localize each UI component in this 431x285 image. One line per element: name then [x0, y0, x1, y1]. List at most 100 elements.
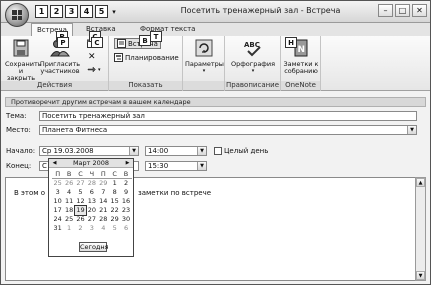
date-picker-popup: ◀ Март 2008 ▶ П В С Ч П С В 25 26 27 28 …: [48, 158, 134, 257]
end-time-value: 15:30: [148, 162, 169, 170]
qat-keytip-3[interactable]: 3: [65, 5, 78, 18]
allday-checkbox[interactable]: [214, 147, 222, 155]
start-date-value: Ср 19.03.2008: [42, 147, 94, 155]
calendar-day[interactable]: 4: [63, 188, 74, 197]
location-dropdown-icon[interactable]: ▼: [407, 126, 416, 134]
calendar-day[interactable]: 29: [98, 179, 109, 188]
keytip-calendar: С: [91, 37, 103, 48]
calendar-day[interactable]: 22: [109, 206, 120, 215]
calendar-day[interactable]: 27: [75, 179, 86, 188]
calendar-day[interactable]: 13: [86, 197, 97, 206]
calendar-day[interactable]: 18: [63, 206, 74, 215]
calendar-day[interactable]: 25: [52, 179, 63, 188]
start-date-field[interactable]: Ср 19.03.2008 ▼: [39, 146, 139, 156]
ribbon-tabs: Встреча Р Вставка С Формат текста Т: [1, 23, 430, 42]
calendar-day[interactable]: 25: [63, 215, 74, 224]
group-params: Параметры ▾: [183, 36, 225, 91]
calendar-day[interactable]: 29: [109, 215, 120, 224]
weekday-label: П: [52, 170, 64, 179]
calendar-day[interactable]: 3: [52, 188, 63, 197]
end-time-field[interactable]: 15:30 ▼: [145, 161, 207, 171]
calendar-day[interactable]: 26: [63, 179, 74, 188]
prev-month-icon[interactable]: ◀: [50, 159, 59, 168]
body-scrollbar[interactable]: ▲ ▼: [415, 177, 426, 281]
calendar-day[interactable]: 1: [63, 224, 74, 233]
calendar-week: 10 11 12 13 14 15 16: [52, 197, 132, 206]
subject-field[interactable]: Посетить тренажерный зал: [39, 111, 417, 121]
calendar-day-selected[interactable]: 19: [73, 205, 88, 216]
calendar-day[interactable]: 30: [120, 215, 131, 224]
calendar-day[interactable]: 8: [109, 188, 120, 197]
calendar-day[interactable]: 7: [98, 188, 109, 197]
calendar-day[interactable]: 17: [52, 206, 63, 215]
close-icon[interactable]: ✕: [412, 4, 427, 17]
spelling-button[interactable]: ABC Орфография ▾: [228, 38, 278, 75]
title-bar: 1 2 3 4 5 ▾ Посетить тренажерный зал - В…: [1, 1, 430, 27]
weekday-label: В: [63, 170, 75, 179]
qat-keytip-2[interactable]: 2: [50, 5, 63, 18]
location-field[interactable]: Планета Фитнеса ▼: [39, 125, 417, 135]
calendar-day[interactable]: 1: [109, 179, 120, 188]
calendar-day[interactable]: 16: [120, 197, 131, 206]
body-text-left: В этом о: [14, 189, 46, 197]
calendar-day[interactable]: 3: [86, 224, 97, 233]
calendar-week: 25 26 27 28 29 1 2: [52, 179, 132, 188]
scroll-down-icon[interactable]: ▼: [416, 271, 425, 280]
calendar-day[interactable]: 21: [98, 206, 109, 215]
calendar-day[interactable]: 11: [63, 197, 74, 206]
qat-keytip-5[interactable]: 5: [95, 5, 108, 18]
save-close-label: Сохранить и закрыть: [5, 60, 42, 82]
calendar-day[interactable]: 15: [109, 197, 120, 206]
start-date-dropdown-icon[interactable]: ▼: [129, 147, 138, 155]
calendar-day[interactable]: 6: [86, 188, 97, 197]
calendar-day[interactable]: 4: [98, 224, 109, 233]
maximize-icon[interactable]: □: [395, 4, 410, 17]
params-label: Параметры: [185, 60, 224, 68]
calendar-day[interactable]: 12: [75, 197, 86, 206]
calendar-day[interactable]: 31: [52, 224, 63, 233]
calendar-day[interactable]: 23: [120, 206, 131, 215]
qat-customize-icon[interactable]: ▾: [110, 5, 118, 18]
next-month-icon[interactable]: ▶: [123, 159, 132, 168]
start-time-field[interactable]: 14:00 ▼: [145, 146, 207, 156]
delete-icon[interactable]: ✕: [88, 52, 96, 62]
weekday-label: В: [120, 170, 132, 179]
calendar-day[interactable]: 24: [52, 215, 63, 224]
calendar-day[interactable]: 2: [120, 179, 131, 188]
calendar-day[interactable]: 26: [75, 215, 86, 224]
today-button[interactable]: Сегодня: [79, 242, 109, 252]
end-time-dropdown-icon[interactable]: ▼: [197, 162, 206, 170]
keytip-onenote: Н: [285, 37, 297, 48]
calendar-day[interactable]: 6: [120, 224, 131, 233]
start-time-value: 14:00: [148, 147, 169, 155]
group-show: Встреча Планирование В Показать: [109, 35, 183, 91]
scroll-up-icon[interactable]: ▲: [416, 178, 425, 187]
start-time-dropdown-icon[interactable]: ▼: [197, 147, 206, 155]
forward-button[interactable]: ▾: [87, 65, 101, 74]
params-button[interactable]: Параметры ▾: [185, 38, 224, 75]
calendar-day[interactable]: 2: [75, 224, 86, 233]
minimize-icon[interactable]: –: [378, 4, 393, 17]
office-button[interactable]: [5, 3, 29, 27]
calendar-day[interactable]: 5: [75, 188, 86, 197]
save-close-button[interactable]: Сохранить и закрыть: [5, 38, 42, 82]
calendar-day[interactable]: 27: [86, 215, 97, 224]
qat-keytip-4[interactable]: 4: [80, 5, 93, 18]
planning-button[interactable]: Планирование: [114, 53, 179, 62]
calendar-day[interactable]: 5: [109, 224, 120, 233]
keytip-invite: Р: [57, 37, 69, 48]
calendar-day[interactable]: 14: [98, 197, 109, 206]
calendar-day[interactable]: 28: [98, 215, 109, 224]
end-date-value: С: [42, 162, 47, 170]
notes-label: Заметки к собранию: [283, 60, 319, 75]
calendar-day[interactable]: 10: [52, 197, 63, 206]
calendar-day[interactable]: 9: [120, 188, 131, 197]
calendar-day[interactable]: 20: [86, 206, 97, 215]
calendar-header: ◀ Март 2008 ▶: [49, 159, 133, 168]
weekday-label: П: [97, 170, 109, 179]
calendar-day[interactable]: 28: [86, 179, 97, 188]
group-show-label: Показать: [109, 81, 182, 90]
calendar-week: 3 4 5 6 7 8 9: [52, 188, 132, 197]
svg-text:ABC: ABC: [244, 41, 260, 49]
qat-keytip-1[interactable]: 1: [35, 5, 48, 18]
